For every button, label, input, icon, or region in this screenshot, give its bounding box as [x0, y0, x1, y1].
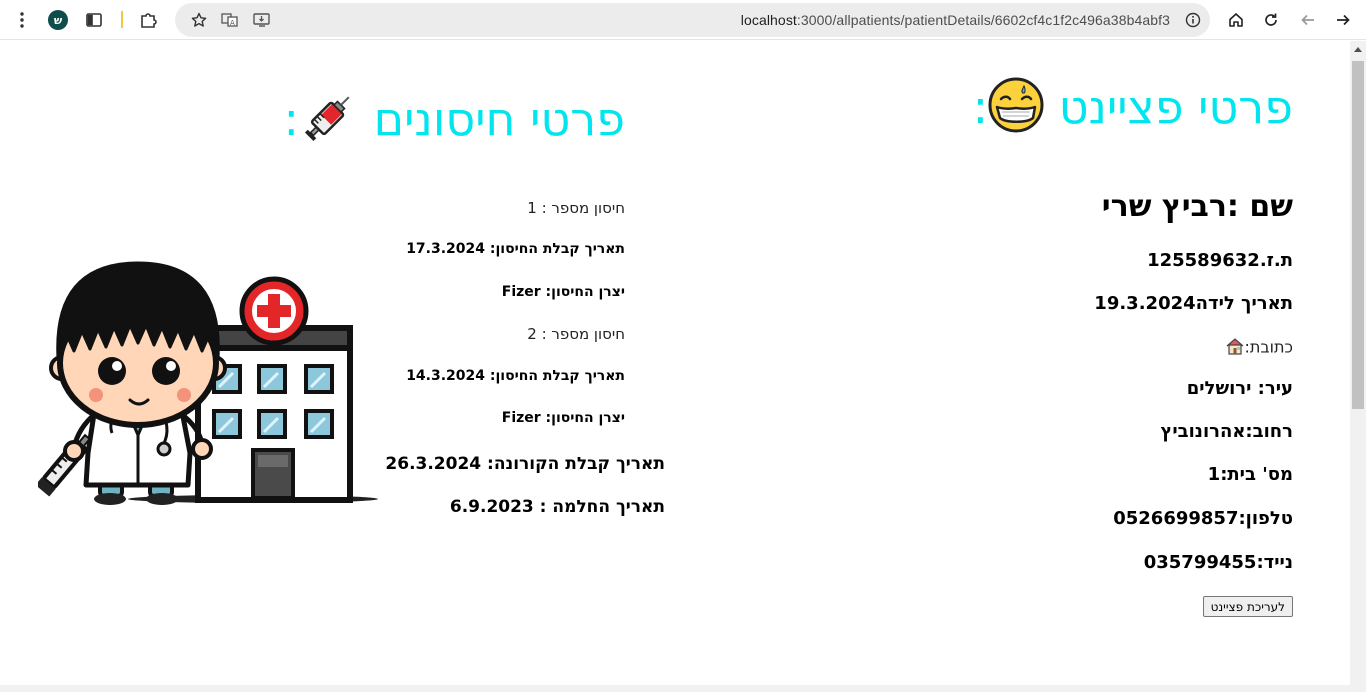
svg-text:A: A — [230, 19, 235, 27]
patient-mobile: נייד:035799455 — [1143, 552, 1293, 573]
syringe-icon — [299, 87, 359, 158]
patient-phone: טלפון:0526699857 — [1113, 508, 1293, 529]
horizontal-scrollbar[interactable] — [0, 685, 1366, 692]
face-with-medical-mask-icon — [988, 77, 1044, 144]
page-content: פרטי פציינט : פרטי חיסונים: שם:רביץ שר… — [0, 41, 1350, 685]
edit-patient-button[interactable]: לעריכת פציינט — [1202, 596, 1293, 617]
back-arrow-icon[interactable] — [1296, 8, 1320, 32]
address-bar[interactable]: A localhost:3000/allpatients/patientDeta… — [175, 3, 1210, 37]
covid-positive-date: תאריך קבלת הקורונה: 26.3.2024 — [385, 454, 665, 474]
forward-arrow-icon[interactable] — [1331, 8, 1355, 32]
reload-icon[interactable] — [1259, 8, 1283, 32]
browser-toolbar: ש A localhost:3000/allpatients/patientDe… — [0, 0, 1366, 40]
house-icon — [1225, 337, 1245, 359]
site-info-icon[interactable] — [1181, 8, 1205, 32]
patient-house-number: מס' בית:1 — [1207, 464, 1293, 485]
patient-address-label: כתובת: — [1225, 337, 1293, 359]
url-text: localhost:3000/allpatients/patientDetail… — [740, 12, 1170, 28]
vaccine-maker: יצרן החיסון: Fizer — [501, 284, 625, 300]
toolbar-separator — [121, 11, 123, 28]
sidebar-icon[interactable] — [82, 8, 106, 32]
doctor-and-hospital-illustration — [35, 223, 383, 508]
recovery-date: תאריך החלמה : 6.9.2023 — [449, 497, 665, 517]
profile-avatar[interactable]: ש — [48, 10, 68, 30]
vaccine-number: חיסון מספר : 2 — [527, 325, 625, 343]
translate-icon[interactable]: A — [218, 8, 242, 32]
vaccine-date: תאריך קבלת החיסון: 14.3.2024 — [406, 368, 625, 384]
patient-title: פרטי פציינט : — [973, 77, 1293, 144]
scrollbar-thumb[interactable] — [1352, 61, 1364, 409]
patient-birth-date: תאריך לידה19.3.2024 — [1094, 293, 1293, 314]
scroll-up-arrow-icon[interactable] — [1354, 47, 1362, 52]
home-icon[interactable] — [1224, 8, 1248, 32]
bookmark-star-icon[interactable] — [187, 8, 211, 32]
install-app-icon[interactable] — [250, 8, 274, 32]
patient-city: עיר: ירושלים — [1186, 378, 1293, 399]
vaccine-date: תאריך קבלת החיסון: 17.3.2024 — [406, 241, 625, 257]
vaccine-number: חיסון מספר : 1 — [527, 199, 625, 217]
menu-dots-icon[interactable] — [10, 8, 34, 32]
vaccines-title: פרטי חיסונים : — [283, 87, 625, 158]
patient-name: שם :רביץ שרי — [1101, 189, 1293, 224]
vaccine-maker: יצרן החיסון: Fizer — [501, 410, 625, 426]
patient-id: ת.ז.125589632 — [1147, 250, 1293, 271]
patient-street: רחוב:אהרונוביץ — [1160, 421, 1293, 442]
extensions-icon[interactable] — [136, 8, 160, 32]
vertical-scrollbar[interactable] — [1350, 41, 1366, 685]
